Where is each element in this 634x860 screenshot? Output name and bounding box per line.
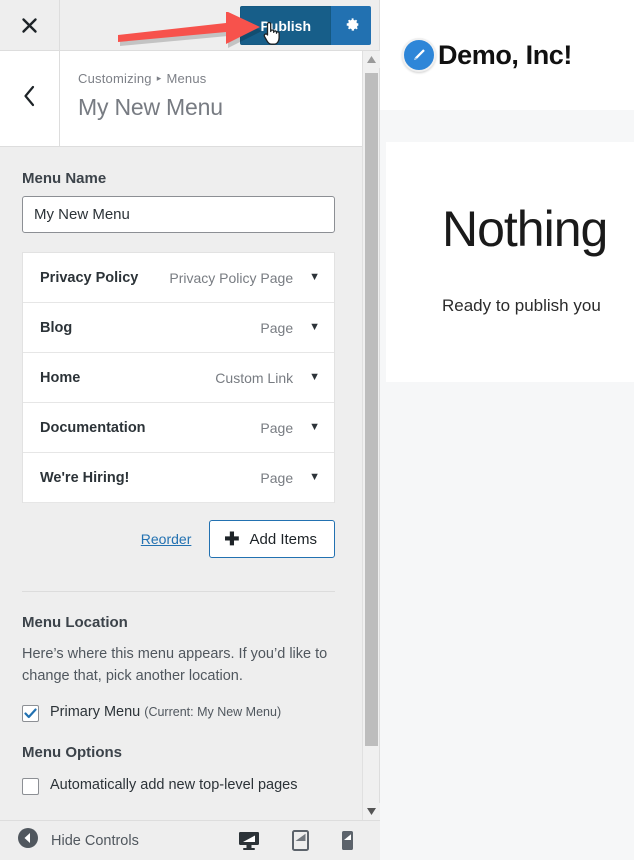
hide-controls-button[interactable]: Hide Controls (0, 827, 139, 854)
mobile-icon (341, 830, 354, 851)
breadcrumb: Customizing ▸ Menus (78, 71, 223, 86)
menu-item-name: Home (40, 370, 215, 386)
preview-paragraph: Ready to publish you (442, 296, 634, 316)
section-divider (22, 591, 335, 592)
hide-controls-label: Hide Controls (51, 833, 139, 849)
publish-settings-button[interactable] (331, 6, 371, 45)
preview-heading: Nothing (442, 200, 634, 258)
customizer-screen: Demo, Inc! Nothing Ready to publish you … (0, 0, 634, 860)
menu-name-label: Menu Name (22, 170, 335, 187)
desktop-icon (238, 831, 260, 851)
chevron-down-icon[interactable]: ▼ (309, 272, 320, 283)
menu-items-list: Privacy Policy Privacy Policy Page ▼ Blo… (22, 252, 335, 503)
plus-icon: ✚ (224, 530, 239, 548)
preview-content-card: Nothing Ready to publish you (386, 142, 634, 382)
primary-menu-name: Primary Menu (50, 704, 140, 720)
menu-item-name: We're Hiring! (40, 470, 260, 486)
menu-location-title: Menu Location (22, 614, 335, 631)
tablet-preview-button[interactable] (292, 830, 309, 851)
gear-icon (343, 16, 360, 36)
menu-item-type: Custom Link (215, 370, 293, 386)
panel-body: Menu Name Privacy Policy Privacy Policy … (0, 148, 357, 820)
reorder-link[interactable]: Reorder (141, 531, 192, 547)
publish-button[interactable]: Publish (240, 6, 331, 45)
menu-item-row[interactable]: Home Custom Link ▼ (23, 353, 334, 403)
panel-header-text: Customizing ▸ Menus My New Menu (60, 51, 223, 146)
topbar-spacer (60, 0, 240, 50)
breadcrumb-current: Menus (166, 71, 206, 86)
preview-spacer (380, 110, 634, 142)
menu-item-name: Privacy Policy (40, 270, 169, 286)
primary-menu-label: Primary Menu (Current: My New Menu) (50, 704, 281, 720)
publish-button-group: Publish (240, 6, 371, 45)
pencil-circle-icon (402, 38, 436, 72)
customizer-panel: Publish (0, 0, 380, 860)
primary-menu-location-row[interactable]: Primary Menu (Current: My New Menu) (22, 704, 335, 722)
arrow-left-circle-icon (17, 827, 39, 854)
device-preview-buttons (238, 830, 380, 851)
triangle-down-icon (367, 808, 376, 815)
tablet-icon (292, 830, 309, 851)
auto-add-pages-row[interactable]: Automatically add new top-level pages (22, 777, 335, 795)
scrollbar-down-button[interactable] (363, 803, 380, 820)
panel-header: Customizing ▸ Menus My New Menu (0, 51, 379, 147)
primary-menu-current: (Current: My New Menu) (144, 705, 281, 719)
auto-add-pages-checkbox[interactable] (22, 778, 39, 795)
site-preview-pane: Demo, Inc! Nothing Ready to publish you (380, 0, 634, 860)
menu-item-name: Blog (40, 320, 260, 336)
page-title: My New Menu (78, 94, 223, 121)
add-items-button[interactable]: ✚ Add Items (209, 520, 335, 558)
back-button[interactable] (0, 51, 60, 146)
desktop-preview-button[interactable] (238, 831, 260, 851)
menu-item-type: Privacy Policy Page (169, 270, 293, 286)
menu-item-type: Page (260, 420, 293, 436)
chevron-down-icon[interactable]: ▼ (309, 322, 320, 333)
primary-menu-checkbox[interactable] (22, 705, 39, 722)
close-customizer-button[interactable] (0, 0, 60, 50)
menu-item-row[interactable]: Blog Page ▼ (23, 303, 334, 353)
triangle-up-icon (367, 56, 376, 63)
customizer-footer: Hide Controls (0, 820, 380, 860)
breadcrumb-separator-icon: ▸ (157, 73, 162, 83)
chevron-down-icon[interactable]: ▼ (309, 472, 320, 483)
menu-item-type: Page (260, 320, 293, 336)
close-icon (20, 16, 39, 35)
add-items-label: Add Items (249, 531, 317, 548)
chevron-down-icon[interactable]: ▼ (309, 372, 320, 383)
menu-actions-row: Reorder ✚ Add Items (22, 520, 335, 558)
check-icon (24, 707, 37, 720)
chevron-down-icon[interactable]: ▼ (309, 422, 320, 433)
scrollbar-up-button[interactable] (363, 51, 380, 68)
auto-add-pages-label: Automatically add new top-level pages (50, 777, 297, 793)
menu-item-type: Page (260, 470, 293, 486)
panel-scrollbar[interactable] (362, 51, 379, 820)
mobile-preview-button[interactable] (341, 830, 354, 851)
menu-item-row[interactable]: We're Hiring! Page ▼ (23, 453, 334, 503)
menu-options-title: Menu Options (22, 744, 335, 761)
menu-location-description: Here’s where this menu appears. If you’d… (22, 643, 335, 688)
menu-item-name: Documentation (40, 420, 260, 436)
scrollbar-thumb[interactable] (365, 73, 378, 746)
menu-item-row[interactable]: Documentation Page ▼ (23, 403, 334, 453)
preview-site-title: Demo, Inc! (438, 40, 572, 71)
menu-name-input[interactable] (22, 196, 335, 233)
menu-item-row[interactable]: Privacy Policy Privacy Policy Page ▼ (23, 253, 334, 303)
breadcrumb-root: Customizing (78, 71, 152, 86)
preview-site-header: Demo, Inc! (380, 0, 634, 110)
chevron-left-icon (22, 85, 37, 112)
customizer-topbar: Publish (0, 0, 379, 51)
